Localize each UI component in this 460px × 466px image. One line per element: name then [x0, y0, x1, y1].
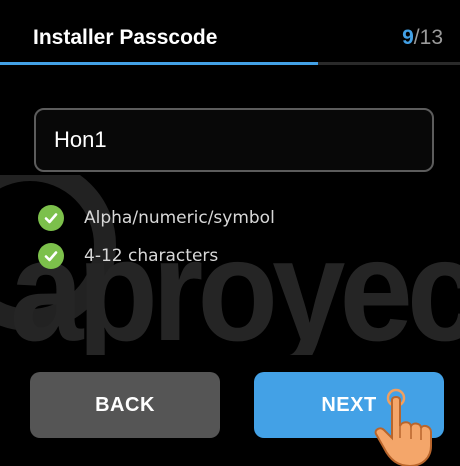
step-indicator: 9/13 [402, 26, 443, 50]
passcode-input[interactable] [34, 108, 434, 172]
next-button[interactable]: NEXT [254, 372, 444, 438]
back-button[interactable]: BACK [30, 372, 220, 438]
step-current: 9 [402, 26, 414, 49]
requirement-label: 4-12 characters [84, 246, 219, 266]
passcode-requirements: Alpha/numeric/symbol 4-12 characters [38, 204, 428, 280]
requirement-label: Alpha/numeric/symbol [84, 208, 275, 228]
progress-bar [0, 62, 460, 65]
next-button-label: NEXT [321, 393, 377, 416]
requirement-length: 4-12 characters [38, 242, 428, 270]
check-circle-icon [38, 205, 64, 231]
check-circle-icon [38, 243, 64, 269]
step-total: 13 [419, 26, 443, 49]
requirement-alphanumeric-symbol: Alpha/numeric/symbol [38, 204, 428, 232]
installer-passcode-screen: Installer Passcode 9/13 aproyec Alpha/nu… [0, 0, 460, 466]
page-title: Installer Passcode [33, 26, 218, 49]
progress-bar-fill [0, 62, 319, 65]
header: Installer Passcode 9/13 [0, 0, 460, 62]
back-button-label: BACK [95, 393, 155, 416]
